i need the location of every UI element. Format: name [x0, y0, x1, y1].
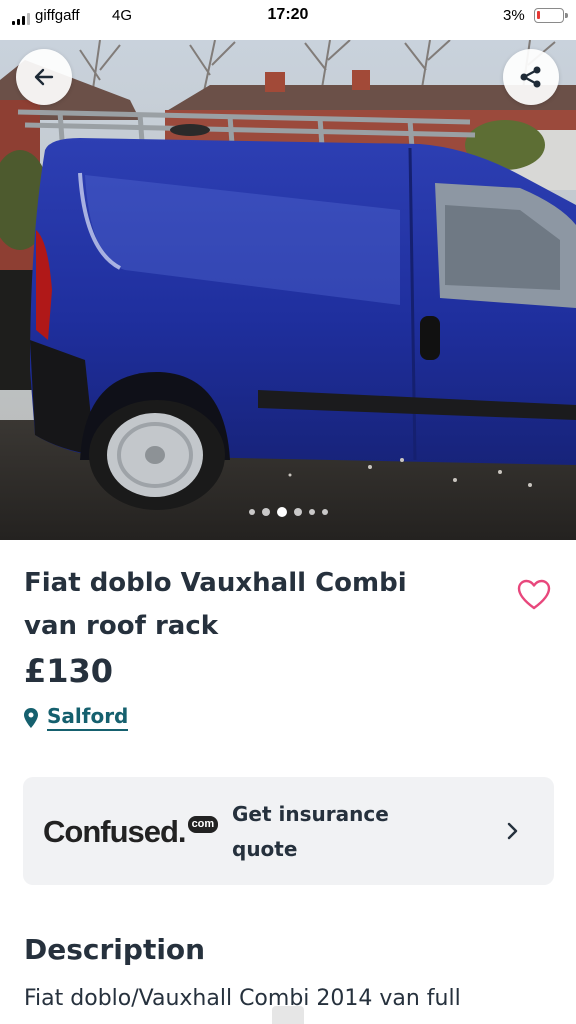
confused-logo-word: Confused. — [43, 814, 187, 849]
chevron-right-icon — [507, 822, 518, 840]
gallery-pagination[interactable] — [0, 507, 576, 517]
battery-icon — [534, 8, 568, 23]
location-link[interactable]: Salford — [47, 704, 129, 731]
pagination-dot[interactable] — [321, 509, 328, 515]
listing-price: £130 — [24, 652, 114, 690]
confused-logo-badge: com — [187, 816, 219, 833]
map-pin-icon — [24, 707, 38, 728]
confused-logo: Confused. com — [43, 814, 219, 850]
pagination-dot[interactable] — [248, 509, 255, 515]
pagination-dot[interactable] — [293, 508, 302, 516]
battery-percent: 3% — [503, 7, 525, 24]
battery-fill — [537, 11, 540, 19]
status-bar: giffgaff 4G 17:20 3% — [0, 0, 576, 40]
share-icon — [520, 66, 541, 88]
home-indicator[interactable] — [272, 1006, 304, 1024]
favourite-button[interactable] — [516, 578, 552, 612]
description-heading: Description — [24, 933, 206, 966]
status-time: 17:20 — [267, 6, 309, 23]
heart-icon — [517, 579, 551, 610]
pagination-dot[interactable] — [308, 509, 315, 515]
listing-location[interactable]: Salford — [24, 704, 129, 731]
pagination-dot[interactable] — [261, 508, 270, 516]
pagination-dot-active[interactable] — [276, 507, 287, 517]
insurance-quote-card[interactable]: Confused. com Get insurance quote — [23, 777, 554, 885]
listing-title: Fiat doblo Vauxhall Combi van roof rack — [24, 568, 407, 641]
van-photo-illustration — [0, 40, 576, 540]
listing-photo[interactable] — [0, 40, 576, 540]
arrow-left-icon — [34, 68, 54, 86]
insurance-quote-label: Get insurance quote — [232, 802, 389, 861]
share-button[interactable] — [503, 49, 559, 105]
back-button[interactable] — [16, 49, 72, 105]
